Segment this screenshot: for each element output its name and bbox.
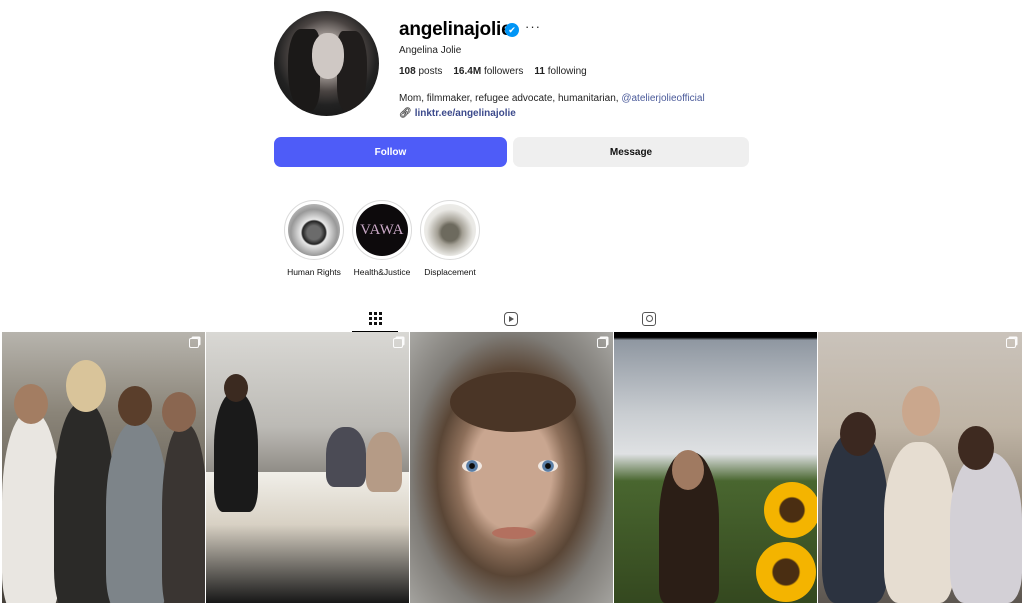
photo-figure [14,384,48,424]
bio-text: Mom, filmmaker, refugee advocate, humani… [399,93,622,104]
bio-mention-link[interactable]: @atelierjolieofficial [621,93,704,104]
profile-tabs [350,305,680,332]
post-thumbnail[interactable] [410,332,613,603]
photo-figure [106,422,168,603]
photo-figure [162,392,196,432]
link-icon: 🔗︎ [399,108,412,119]
more-options-icon[interactable]: ··· [525,19,541,34]
multiple-images-icon [189,338,199,348]
profile-bio: Mom, filmmaker, refugee advocate, humani… [399,93,705,104]
story-highlight-displacement[interactable]: Displacement [410,200,490,277]
reels-icon [504,311,518,326]
photo-eye [462,460,482,472]
photo-figure [884,442,954,603]
post-thumbnail[interactable] [818,332,1022,603]
photo-figure [672,450,704,490]
following-stat[interactable]: 11 following [534,66,586,77]
photo-figure [224,374,248,402]
photo-figure [162,424,205,603]
post-thumbnail[interactable] [614,332,817,603]
photo-figure [2,412,60,603]
photo-figure [54,402,114,603]
highlight-cover-image [288,204,340,256]
vawa-cover-text: VAWA [360,221,404,238]
avatar-face [312,33,344,79]
following-count: 11 [534,66,545,77]
tagged-icon [642,311,656,326]
photo-figure [366,432,402,492]
profile-stats: 108 posts 16.4M followers 11 following [399,66,587,77]
sunflower [764,482,817,538]
posts-grid [2,332,1022,603]
followers-count: 16.4M [453,66,482,77]
profile-link-text[interactable]: linktr.ee/angelinajolie [415,108,516,119]
photo-eye [538,460,558,472]
photo-figure [66,360,106,412]
photo-figure [840,412,876,456]
multiple-images-icon [597,338,607,348]
highlight-cover-image [424,204,476,256]
profile-full-name: Angelina Jolie [399,45,462,56]
followers-stat[interactable]: 16.4M followers [453,66,523,77]
multiple-images-icon [1006,338,1016,348]
following-label: following [547,66,587,77]
grid-icon [368,311,382,325]
multiple-images-icon [393,338,403,348]
post-thumbnail[interactable] [206,332,409,603]
photo-figure [214,392,258,512]
posts-stat: 108 posts [399,66,442,77]
profile-link[interactable]: 🔗︎ linktr.ee/angelinajolie [399,108,516,119]
post-thumbnail[interactable] [2,332,205,603]
profile-avatar[interactable] [274,11,379,116]
message-button[interactable]: Message [513,137,749,167]
verified-badge-icon: ✔ [505,23,519,37]
tab-reels[interactable] [488,305,534,332]
sunflower [756,542,816,602]
tab-posts[interactable] [352,305,398,332]
photo-mouth [492,527,536,539]
highlight-cover-image: VAWA [356,204,408,256]
photo-figure [822,432,888,603]
photo-figure [958,426,994,470]
highlight-ring: VAWA [352,200,412,260]
posts-label: posts [418,66,443,77]
follow-button[interactable]: Follow [274,137,507,167]
highlight-ring [420,200,480,260]
photo-figure [326,427,366,487]
photo-hair [450,372,576,432]
profile-username: angelinajolie [399,19,512,40]
photo-figure [950,452,1022,603]
photo-figure [902,386,940,436]
highlight-label: Displacement [424,267,476,277]
followers-label: followers [483,66,524,77]
photo-figure [118,386,152,426]
posts-count: 108 [399,66,416,77]
highlight-ring [284,200,344,260]
tab-tagged[interactable] [626,305,672,332]
